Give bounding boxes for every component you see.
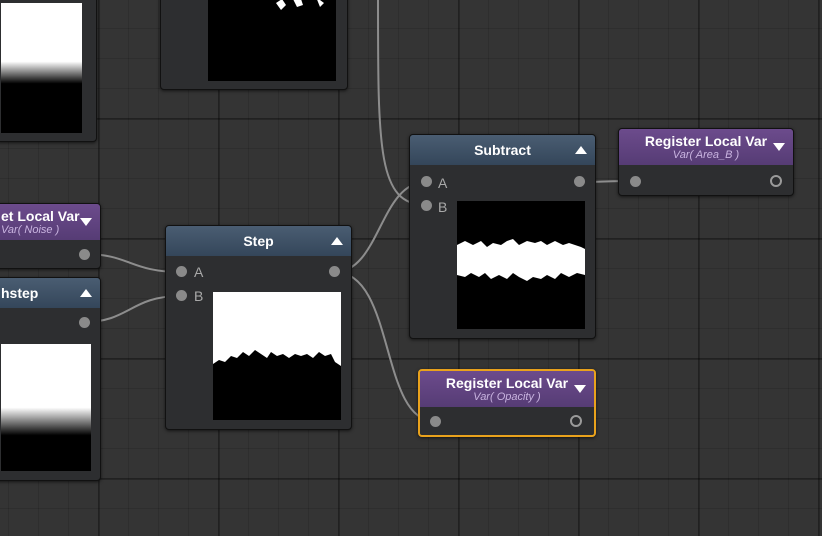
node-title: et Local Var [1, 207, 80, 224]
output-port[interactable] [329, 266, 340, 277]
node-title: Register Local Var [644, 132, 768, 149]
output-port[interactable] [770, 175, 782, 187]
node-title: Subtract [474, 141, 531, 158]
collapse-arrow-icon[interactable] [80, 289, 92, 297]
collapse-arrow-icon[interactable] [574, 385, 586, 393]
collapse-arrow-icon[interactable] [575, 146, 587, 154]
node-header[interactable]: Register Local Var Var( Area_B ) [619, 129, 793, 165]
node-step[interactable]: Step A B [165, 225, 352, 430]
input-port[interactable] [430, 416, 441, 427]
collapse-arrow-icon[interactable] [331, 237, 343, 245]
node-register-local-var-area-b[interactable]: Register Local Var Var( Area_B ) [618, 128, 794, 196]
input-label-a: A [194, 264, 204, 280]
node-header[interactable]: et Local Var Var( Noise ) [0, 204, 100, 240]
input-label-a: A [438, 175, 448, 191]
node-title: Register Local Var [445, 374, 569, 391]
node-preview-image [208, 0, 336, 81]
node-subtract[interactable]: Subtract A B [409, 134, 596, 339]
input-port-a[interactable] [176, 266, 187, 277]
input-label-b: B [438, 199, 448, 215]
input-port-a[interactable] [421, 176, 432, 187]
node-register-local-var-opacity[interactable]: Register Local Var Var( Opacity ) [418, 369, 596, 437]
output-port[interactable] [79, 317, 90, 328]
output-port[interactable] [570, 415, 582, 427]
input-port[interactable] [630, 176, 641, 187]
input-label-b: B [194, 288, 204, 304]
node-partial-top-center[interactable] [160, 0, 348, 90]
node-header[interactable]: Subtract [410, 135, 595, 165]
output-port[interactable] [574, 176, 585, 187]
node-subtitle: Var( Area_B ) [672, 148, 740, 161]
node-title: hstep [1, 284, 39, 301]
node-partial-top-left[interactable] [0, 0, 97, 142]
node-subtitle: Var( Noise ) [1, 223, 60, 236]
node-preview-image [213, 292, 341, 420]
output-port[interactable] [79, 249, 90, 260]
input-port-b[interactable] [176, 290, 187, 301]
node-preview-image [457, 201, 585, 329]
input-port-b[interactable] [421, 200, 432, 211]
node-header[interactable]: Register Local Var Var( Opacity ) [420, 371, 594, 407]
collapse-arrow-icon[interactable] [773, 143, 785, 151]
node-header[interactable]: hstep [0, 278, 100, 308]
node-preview-image [1, 344, 91, 471]
node-get-local-var-noise[interactable]: et Local Var Var( Noise ) [0, 203, 101, 269]
node-preview-image [1, 3, 82, 133]
node-subtitle: Var( Opacity ) [473, 390, 541, 403]
node-smoothstep[interactable]: hstep [0, 277, 101, 481]
collapse-arrow-icon[interactable] [80, 218, 92, 226]
node-header[interactable]: Step [166, 226, 351, 256]
node-title: Step [243, 232, 274, 249]
